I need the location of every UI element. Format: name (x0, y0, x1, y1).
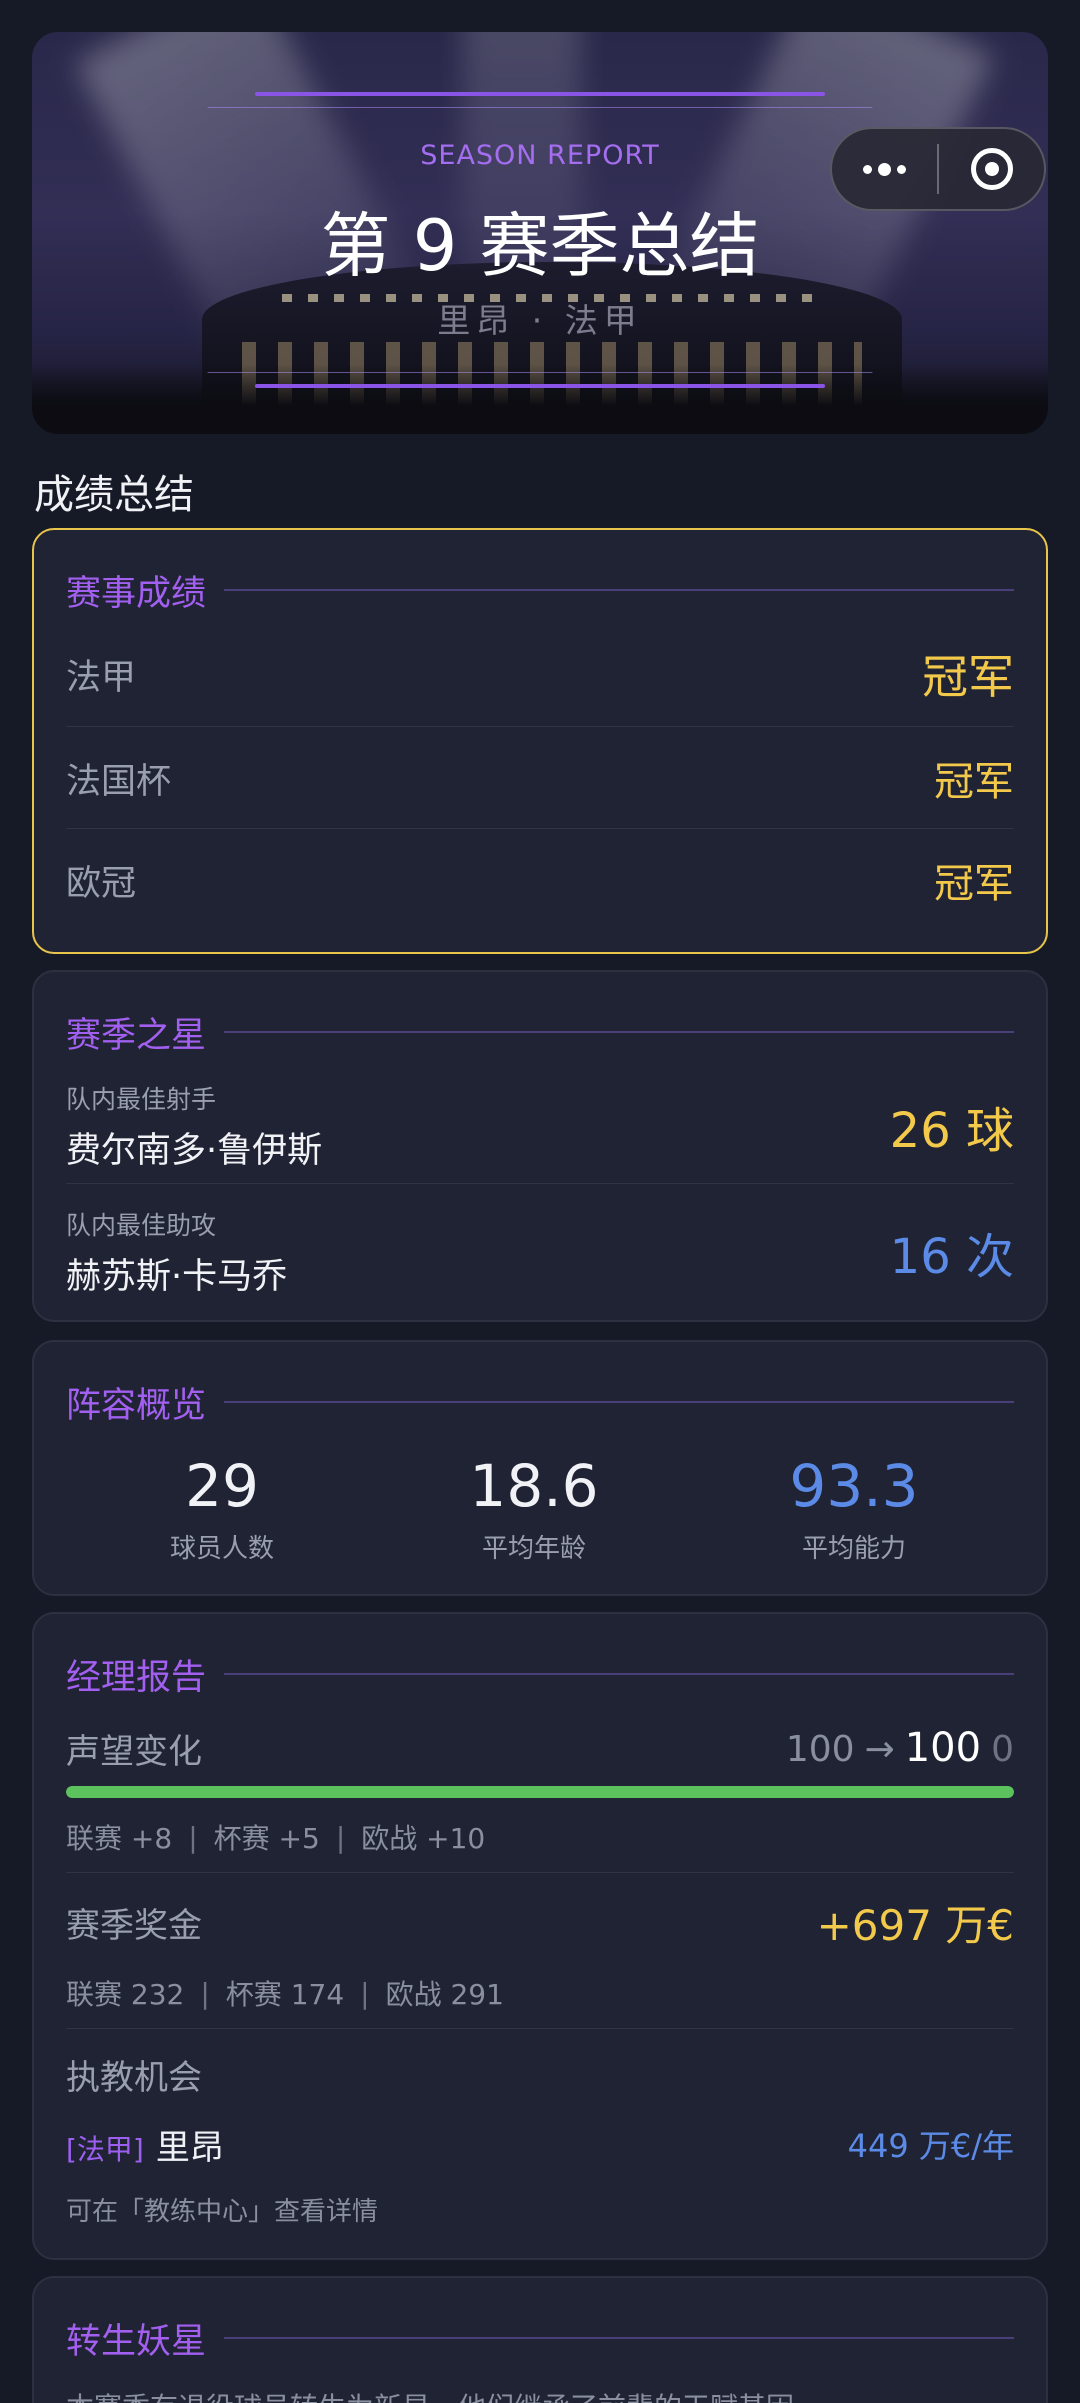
banner-rule-top (255, 92, 825, 96)
separator: | (188, 1820, 198, 1854)
coaching-offer-label: 执教机会 (66, 2057, 202, 2098)
competition-outcome: 冠军 (934, 759, 1014, 805)
season-report-page: SEASON REPORT 第 9 赛季总结 里昂 · 法甲 成绩总结 赛事成绩… (0, 0, 1080, 2403)
prize-money-breakdown: 联赛 232 | 杯赛 174 | 欧战 291 (66, 1970, 1014, 2016)
prize-money-label: 赛季奖金 (66, 1905, 202, 1946)
average-ability-stat: 93.3 平均能力 (704, 1452, 1004, 1565)
results-title: 赛事成绩 (66, 573, 207, 614)
banner-rule-top-thin (207, 107, 873, 108)
competition-outcome: 冠军 (922, 650, 1014, 704)
competition-name: 欧冠 (66, 863, 137, 904)
prize-europe: 欧战 291 (385, 1978, 504, 2011)
offer-salary: 449 万€/年 (847, 2127, 1014, 2165)
coaching-offer-header: 执教机会 (66, 2046, 1014, 2102)
separator: | (335, 1820, 346, 1854)
top-assist-caption: 队内最佳助攻 (66, 1210, 217, 1240)
top-assist-name: 赫苏斯·卡马乔 (66, 1256, 288, 1297)
reputation-to: 100 (904, 1725, 982, 1771)
title-divider (224, 1673, 1014, 1675)
reborn-title: 转生妖星 (66, 2321, 207, 2362)
average-ability-value: 93.3 (789, 1452, 919, 1520)
miniprogram-capsule (830, 127, 1046, 211)
top-scorer-goals: 26 球 (889, 1103, 1014, 1159)
arrow-icon: → (864, 1729, 895, 1770)
result-row: 法甲 冠军 (66, 644, 1014, 704)
player-count-stat: 29 球员人数 (72, 1452, 372, 1565)
coaching-offer-hint: 可在「教练中心」查看详情 (66, 2188, 1014, 2230)
top-scorer-caption: 队内最佳射手 (66, 1084, 217, 1114)
title-divider (224, 2337, 1014, 2339)
competition-name: 法甲 (66, 657, 137, 698)
reputation-breakdown: 联赛 +8 | 杯赛 +5 | 欧战 +10 (66, 1814, 1014, 1860)
result-row: 法国杯 冠军 (66, 748, 1014, 808)
coaching-offer-row[interactable]: [法甲] 里昂 449 万€/年 (66, 2114, 1014, 2174)
reborn-description: 本赛季有退役球员转生为新星，他们继承了前辈的天赋基因 (66, 2386, 794, 2403)
city-silhouette (32, 364, 1048, 434)
player-count-value: 29 (185, 1452, 259, 1520)
top-scorer-row: 队内最佳射手 费尔南多·鲁伊斯 26 球 (66, 1076, 1014, 1176)
top-assist-row: 队内最佳助攻 赫苏斯·卡马乔 16 次 (66, 1202, 1014, 1302)
season-stars-card: 赛季之星 队内最佳射手 费尔南多·鲁伊斯 26 球 队内最佳助攻 赫苏斯·卡马乔… (32, 970, 1048, 1322)
offer-hint-text: 可在「教练中心」查看详情 (66, 2196, 379, 2227)
reborn-stars-card: 转生妖星 本赛季有退役球员转生为新星，他们继承了前辈的天赋基因 (32, 2276, 1048, 2403)
prize-money-row: 赛季奖金 +697 万€ (66, 1890, 1014, 1954)
target-icon (970, 148, 1013, 190)
reputation-league: 联赛 +8 (66, 1822, 173, 1855)
banner-team: 里昂 · 法甲 (437, 301, 643, 340)
stars-title: 赛季之星 (66, 1015, 207, 1056)
prize-league: 联赛 232 (66, 1978, 185, 2011)
average-age-value: 18.6 (469, 1452, 599, 1520)
title-divider (224, 1401, 1014, 1403)
reputation-label: 声望变化 (66, 1731, 202, 1772)
reputation-from: 100 (785, 1729, 855, 1770)
close-button[interactable] (939, 129, 1044, 209)
average-age-stat: 18.6 平均年龄 (384, 1452, 684, 1565)
offer-club-name: 里昂 (155, 2127, 224, 2168)
top-assist-count: 16 次 (889, 1229, 1014, 1285)
season-banner: SEASON REPORT 第 9 赛季总结 里昂 · 法甲 (32, 32, 1048, 434)
player-count-label: 球员人数 (169, 1534, 274, 1564)
separator: | (200, 1976, 210, 2010)
competition-name: 法国杯 (66, 761, 172, 802)
reputation-change: 100 → 100 0 (786, 1725, 1014, 1771)
manager-title: 经理报告 (66, 1657, 207, 1698)
prize-cup: 杯赛 174 (225, 1978, 345, 2011)
more-button[interactable] (832, 129, 937, 209)
section-title: 成绩总结 (34, 472, 194, 518)
reputation-europe: 欧战 +10 (361, 1822, 486, 1855)
average-ability-label: 平均能力 (801, 1534, 906, 1564)
banner-rule-bottom-thin (207, 372, 873, 373)
squad-overview-card: 阵容概览 29 球员人数 18.6 平均年龄 93.3 平均能力 (32, 1340, 1048, 1596)
reputation-row: 声望变化 100 → 100 0 (66, 1720, 1014, 1776)
reputation-delta: 0 (991, 1729, 1014, 1770)
average-age-label: 平均年龄 (481, 1534, 586, 1564)
reputation-cup: 杯赛 +5 (213, 1822, 320, 1855)
title-divider (224, 589, 1014, 591)
result-row: 欧冠 冠军 (66, 850, 1014, 910)
manager-report-card: 经理报告 声望变化 100 → 100 0 联赛 +8 | 杯赛 +5 | 欧战… (32, 1612, 1048, 2260)
squad-title: 阵容概览 (66, 1385, 207, 1426)
top-scorer-name: 费尔南多·鲁伊斯 (66, 1130, 323, 1171)
prize-money-value: +697 万€ (816, 1900, 1014, 1950)
separator: | (360, 1976, 370, 2010)
reputation-progress-bar (66, 1786, 1014, 1798)
competition-outcome: 冠军 (934, 861, 1014, 907)
more-dots-icon (863, 162, 906, 176)
title-divider (224, 1031, 1014, 1033)
banner-rule-bottom (255, 384, 825, 388)
results-card: 赛事成绩 法甲 冠军 法国杯 冠军 欧冠 冠军 (32, 528, 1048, 954)
reputation-progress-fill (66, 1786, 1014, 1798)
offer-league-tag: [法甲] (66, 2132, 144, 2166)
